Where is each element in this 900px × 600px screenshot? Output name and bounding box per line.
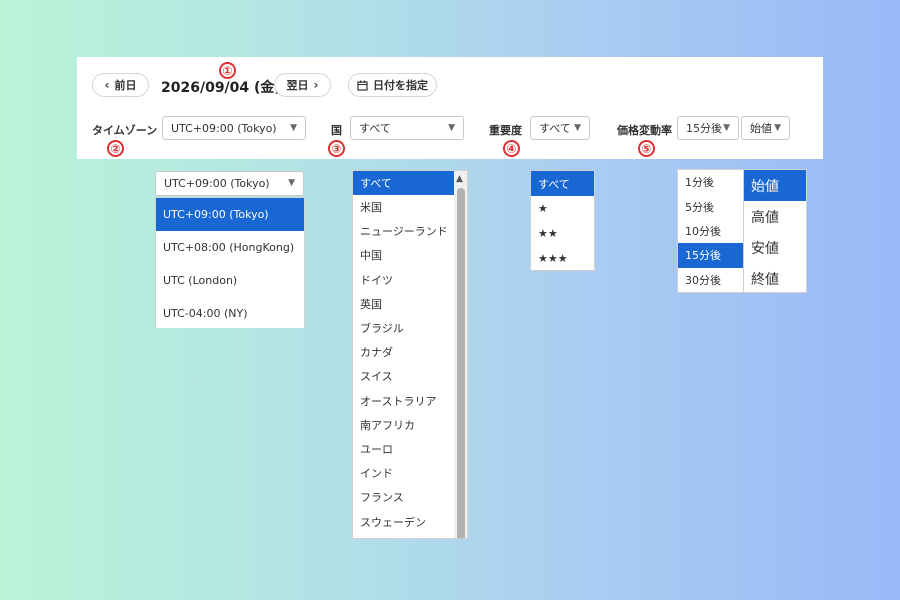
country-option[interactable]: スイス <box>353 364 467 388</box>
filter-toolbar: ‹ 前日 2026/09/04 (金) 翌日 › 日付を指定 タイムゾーン UT… <box>77 57 823 159</box>
timezone-label: タイムゾーン <box>92 124 158 137</box>
country-option[interactable]: 米国 <box>353 195 467 219</box>
price-time-value: 15分後 <box>686 122 722 135</box>
chevron-right-icon: › <box>313 78 319 92</box>
pick-date-label: 日付を指定 <box>373 79 428 92</box>
prev-day-button[interactable]: ‹ 前日 <box>92 73 149 97</box>
marker-2: ② <box>107 140 124 157</box>
calendar-icon <box>357 80 368 91</box>
price-change-label: 価格変動率 <box>617 124 672 137</box>
timezone-select-value: UTC+09:00 (Tokyo) <box>171 121 277 135</box>
country-option[interactable]: 南アフリカ <box>353 413 467 437</box>
importance-option[interactable]: ★★ <box>531 221 594 246</box>
country-select-value: すべて <box>359 122 391 135</box>
country-option[interactable]: カナダ <box>353 340 467 364</box>
caret-down-icon: ▼ <box>448 123 455 133</box>
timezone-select-open[interactable]: UTC+09:00 (Tokyo) ▼ <box>155 171 304 196</box>
importance-select[interactable]: すべて ▼ <box>530 116 590 140</box>
importance-dropdown-list: すべて ★ ★★ ★★★ <box>530 170 595 271</box>
country-scrollbar[interactable]: ▲ <box>454 171 467 538</box>
scrollbar-thumb[interactable] <box>457 188 465 538</box>
timezone-option[interactable]: UTC (London) <box>156 264 304 297</box>
marker-3: ③ <box>328 140 345 157</box>
next-day-label: 翌日 <box>286 79 309 92</box>
country-label: 国 <box>331 124 342 137</box>
time-option[interactable]: 15分後 <box>678 243 743 268</box>
prev-day-label: 前日 <box>114 79 137 92</box>
chevron-left-icon: ‹ <box>104 78 110 92</box>
importance-select-value: すべて <box>539 122 571 135</box>
current-date: 2026/09/04 (金) <box>161 80 281 96</box>
importance-option[interactable]: ★★★ <box>531 246 594 270</box>
pick-date-button[interactable]: 日付を指定 <box>348 73 437 97</box>
country-option[interactable]: オーストラリア <box>353 389 467 413</box>
price-type-value: 始値 <box>750 122 772 135</box>
country-option[interactable]: フランス <box>353 485 467 509</box>
timezone-dropdown-list: UTC+09:00 (Tokyo) UTC+08:00 (HongKong) U… <box>155 197 305 328</box>
country-option[interactable]: スウェーデン <box>353 509 467 533</box>
country-option[interactable]: 英国 <box>353 292 467 316</box>
caret-down-icon: ▼ <box>574 123 581 133</box>
price-option[interactable]: 安値 <box>744 232 806 263</box>
caret-down-icon: ▼ <box>723 123 730 133</box>
country-option[interactable]: ドイツ <box>353 268 467 292</box>
caret-down-icon: ▼ <box>774 123 781 133</box>
price-option[interactable]: 終値 <box>744 263 806 292</box>
timezone-select[interactable]: UTC+09:00 (Tokyo) ▼ <box>162 116 306 140</box>
country-option[interactable]: 中国 <box>353 243 467 267</box>
marker-4: ④ <box>503 140 520 157</box>
next-day-button[interactable]: 翌日 › <box>274 73 331 97</box>
price-type-select[interactable]: 始値 ▼ <box>741 116 790 140</box>
price-type-dropdown-list: 始値 高値 安値 終値 <box>743 169 807 293</box>
caret-down-icon: ▼ <box>290 123 297 133</box>
timezone-select-open-value: UTC+09:00 (Tokyo) <box>164 177 270 190</box>
price-option[interactable]: 始値 <box>744 170 806 201</box>
timezone-option[interactable]: UTC+09:00 (Tokyo) <box>156 198 304 231</box>
time-option[interactable]: 10分後 <box>678 219 743 243</box>
importance-option[interactable]: すべて <box>531 171 594 196</box>
price-option[interactable]: 高値 <box>744 201 806 232</box>
timezone-option[interactable]: UTC-04:00 (NY) <box>156 297 304 328</box>
marker-5: ⑤ <box>638 140 655 157</box>
country-option[interactable]: インド <box>353 461 467 485</box>
price-time-select[interactable]: 15分後 ▼ <box>677 116 739 140</box>
price-time-dropdown-list: 1分後 5分後 10分後 15分後 30分後 <box>677 169 744 293</box>
country-option[interactable]: ニュージーランド <box>353 219 467 243</box>
importance-option[interactable]: ★ <box>531 196 594 221</box>
scroll-up-arrow-icon[interactable]: ▲ <box>456 174 463 184</box>
country-option[interactable]: ブラジル <box>353 316 467 340</box>
time-option[interactable]: 5分後 <box>678 194 743 218</box>
caret-down-icon: ▼ <box>288 178 295 188</box>
time-option[interactable]: 1分後 <box>678 170 743 194</box>
timezone-option[interactable]: UTC+08:00 (HongKong) <box>156 231 304 264</box>
importance-label: 重要度 <box>489 124 522 137</box>
country-dropdown-list: すべて 米国 ニュージーランド 中国 ドイツ 英国 ブラジル カナダ スイス オ… <box>352 170 468 539</box>
country-option[interactable]: すべて <box>353 171 454 195</box>
country-select[interactable]: すべて ▼ <box>350 116 464 140</box>
country-option[interactable]: ユーロ <box>353 437 467 461</box>
marker-1: ① <box>219 62 236 79</box>
time-option[interactable]: 30分後 <box>678 268 743 292</box>
